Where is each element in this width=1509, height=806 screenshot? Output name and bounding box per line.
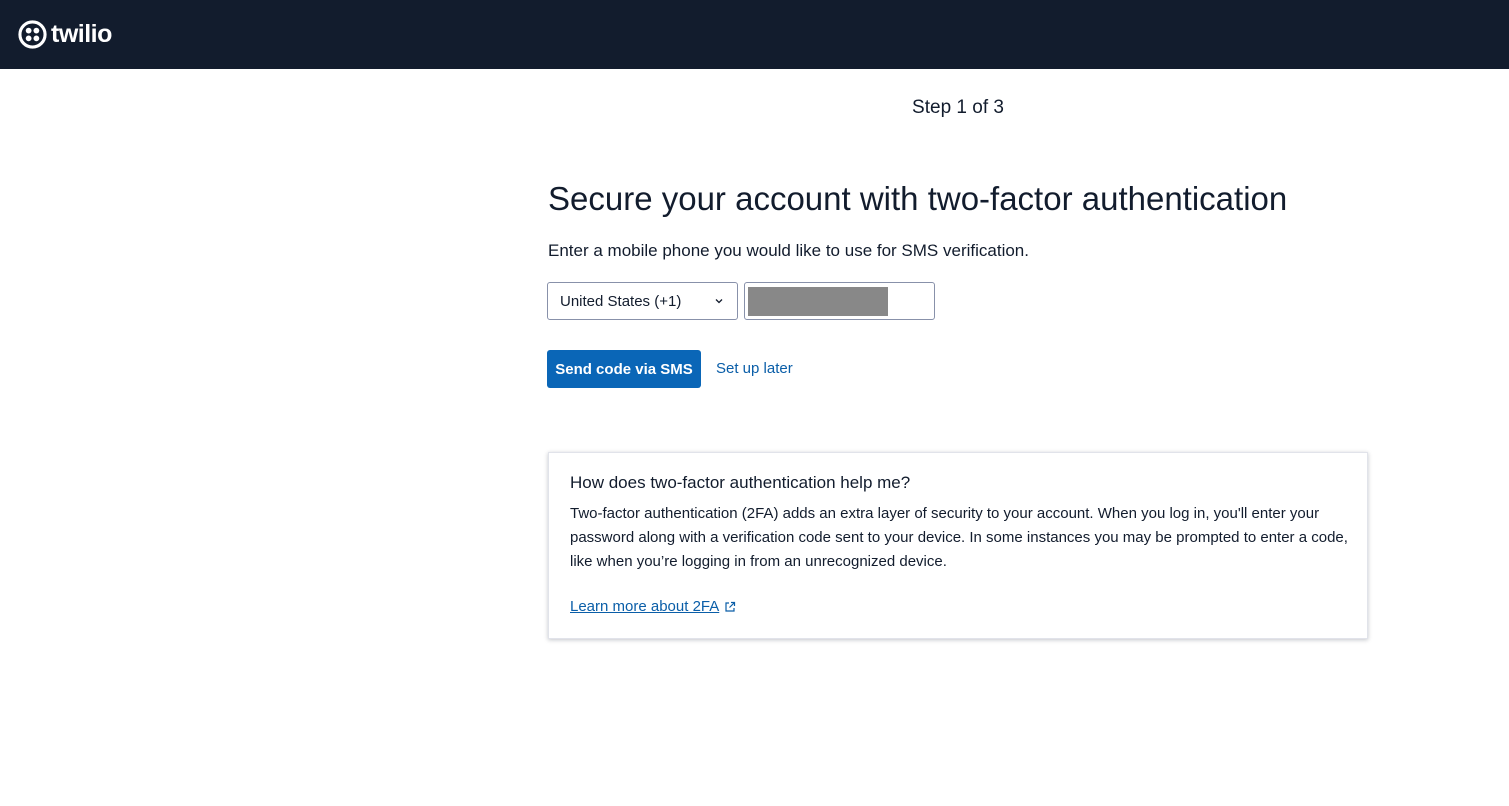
info-card: How does two-factor authentication help … (548, 452, 1368, 639)
top-navigation-bar: twilio (0, 0, 1509, 69)
country-code-select[interactable]: United States (+1) (547, 282, 738, 320)
send-code-button[interactable]: Send code via SMS (547, 350, 701, 388)
instructions-text: Enter a mobile phone you would like to u… (548, 241, 1029, 260)
page-title: Secure your account with two-factor auth… (548, 180, 1288, 217)
twilio-logo[interactable]: twilio (18, 19, 112, 49)
logo-text: twilio (51, 20, 112, 48)
set-up-later-link[interactable]: Set up later (716, 359, 793, 379)
learn-more-link[interactable]: Learn more about 2FA (570, 597, 736, 617)
chevron-down-icon (715, 299, 723, 304)
country-code-value: United States (+1) (560, 292, 682, 310)
learn-more-label: Learn more about 2FA (570, 598, 720, 615)
info-card-body: Two-factor authentication (2FA) adds an … (570, 505, 1348, 570)
external-link-icon (725, 601, 736, 612)
phone-number-input[interactable] (744, 282, 935, 320)
redacted-phone-number (748, 287, 888, 316)
info-card-title: How does two-factor authentication help … (570, 473, 911, 492)
step-indicator: Step 1 of 3 (912, 97, 1004, 118)
twilio-logo-icon (18, 19, 47, 49)
